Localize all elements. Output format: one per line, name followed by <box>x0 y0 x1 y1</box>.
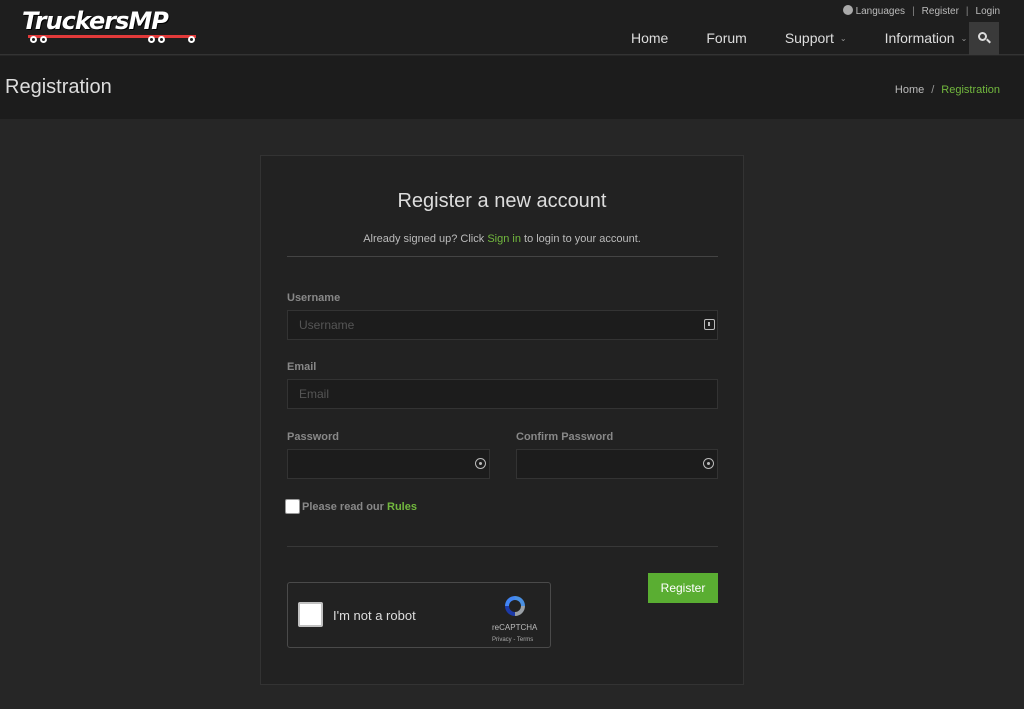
truckersmp-logo[interactable]: TruckersMP <box>22 7 204 44</box>
chevron-down-icon: ⌄ <box>960 34 968 43</box>
nav-forum[interactable]: Forum <box>687 22 765 55</box>
utility-links: Languages | Register | Login <box>842 4 1000 18</box>
search-button[interactable] <box>969 22 999 55</box>
rules-link[interactable]: Rules <box>387 501 417 513</box>
recaptcha-links[interactable]: Privacy - Terms <box>492 637 533 643</box>
separator: | <box>965 5 969 17</box>
email-input[interactable] <box>287 379 718 409</box>
globe-icon <box>842 5 853 15</box>
recaptcha-widget: I'm not a robot reCAPTCHA Privacy - Term… <box>287 582 551 648</box>
username-label: Username <box>287 292 341 304</box>
key-icon <box>475 458 486 469</box>
nav-support[interactable]: Support ⌄ <box>766 22 866 55</box>
recaptcha-checkbox[interactable] <box>298 602 323 627</box>
divider <box>287 546 718 547</box>
recaptcha-logo-icon <box>505 596 525 616</box>
top-bar: TruckersMP Languages | Register | Login … <box>0 0 1024 55</box>
rules-checkbox[interactable] <box>285 499 300 514</box>
recaptcha-label: I'm not a robot <box>333 608 416 623</box>
divider <box>287 256 718 257</box>
register-link[interactable]: Register <box>922 6 959 17</box>
separator: | <box>912 5 915 17</box>
languages-link[interactable]: Languages <box>842 5 905 17</box>
breadcrumb-current: Registration <box>941 84 1000 96</box>
confirm-password-input[interactable] <box>516 449 718 479</box>
email-label: Email <box>287 361 317 373</box>
register-button[interactable]: Register <box>648 573 718 603</box>
nav-home[interactable]: Home <box>612 22 687 55</box>
confirm-password-label: Confirm Password <box>516 431 614 443</box>
form-heading: Register a new account <box>397 190 607 212</box>
password-label: Password <box>287 431 339 443</box>
logo-wheels <box>30 36 200 44</box>
id-card-icon <box>704 319 715 330</box>
key-icon <box>703 458 714 469</box>
page-title: Registration <box>5 76 112 98</box>
chevron-down-icon: ⌄ <box>839 34 847 43</box>
breadcrumb: Home / Registration <box>894 84 1000 96</box>
password-input[interactable] <box>287 449 490 479</box>
page-title-bar: Registration Home / Registration <box>0 56 1024 119</box>
breadcrumb-home[interactable]: Home <box>895 84 924 96</box>
username-input[interactable] <box>287 310 718 340</box>
form-subtitle: Already signed up? Click Sign in to logi… <box>363 233 641 245</box>
registration-card: Register a new account Already signed up… <box>260 155 744 685</box>
login-link[interactable]: Login <box>976 6 1000 17</box>
logo-text: TruckersMP <box>22 7 169 35</box>
recaptcha-brand: reCAPTCHA <box>492 623 538 632</box>
rules-label: Please read our Rules <box>302 501 417 513</box>
sign-in-link[interactable]: Sign in <box>487 233 521 245</box>
main-nav: Home Forum Support ⌄ Information ⌄ <box>612 22 986 55</box>
